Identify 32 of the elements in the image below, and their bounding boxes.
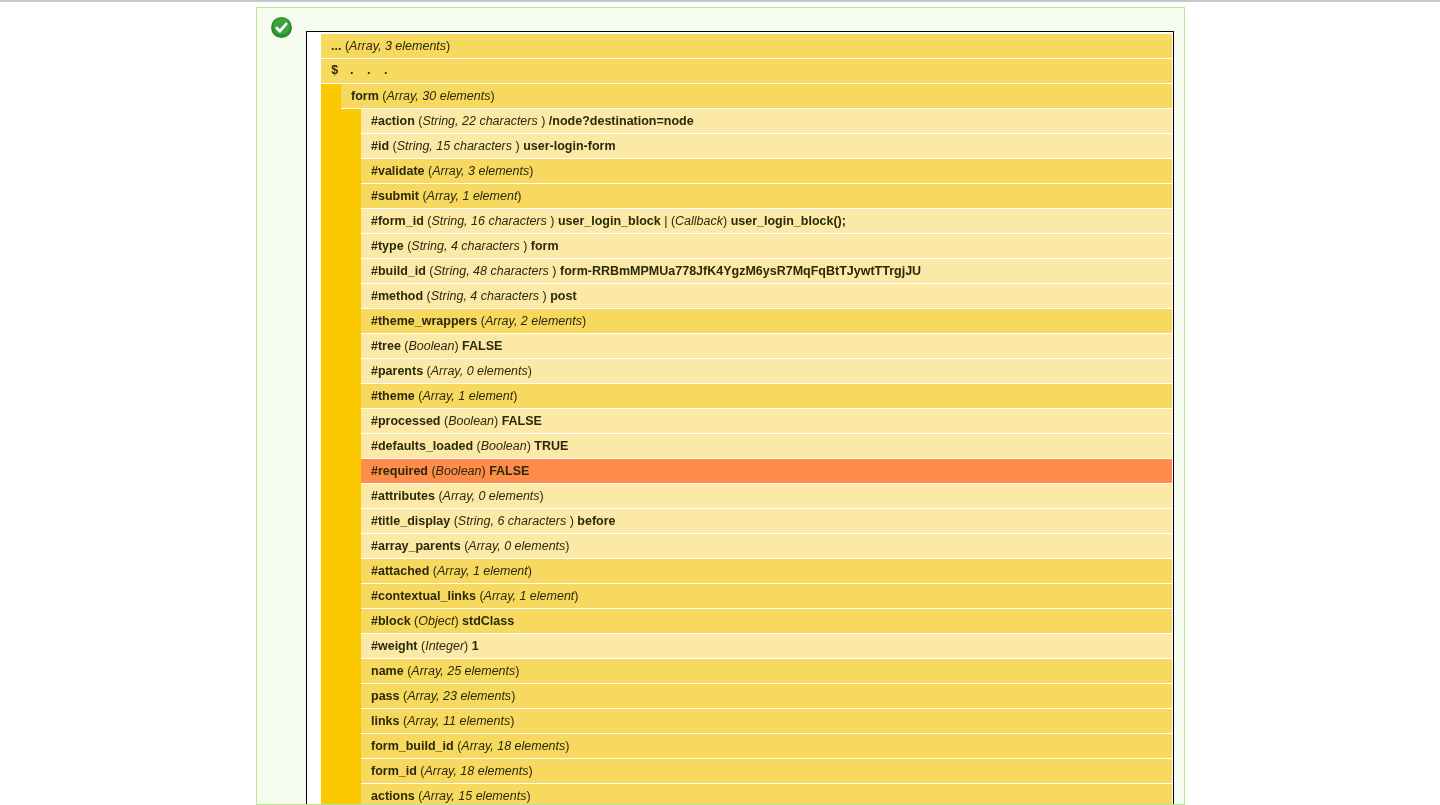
tree-row[interactable]: actions (Array, 15 elements) [361, 784, 1172, 804]
tree-row[interactable]: #tree (Boolean) FALSE [361, 334, 1172, 359]
tree-row[interactable]: #processed (Boolean) FALSE [361, 409, 1172, 434]
tree-row[interactable]: form_build_id (Array, 18 elements) [361, 734, 1172, 759]
tree-row[interactable]: #title_display (String, 6 characters ) before [361, 509, 1172, 534]
tree-row[interactable]: pass (Array, 23 elements) [361, 684, 1172, 709]
tree-row[interactable]: name (Array, 25 elements) [361, 659, 1172, 684]
tree-row[interactable]: #weight (Integer) 1 [361, 634, 1172, 659]
tree-row[interactable]: form (Array, 30 elements) [341, 84, 1172, 109]
tree-row[interactable]: #block (Object) stdClass [361, 609, 1172, 634]
tree-row[interactable]: #defaults_loaded (Boolean) TRUE [361, 434, 1172, 459]
tree-row[interactable]: #build_id (String, 48 characters ) form-RRBmMPMUa778JfK4YgzM6ysR7MqFqBtTJywtTTrgjJU [361, 259, 1172, 284]
tree-row[interactable]: #id (String, 15 characters ) user-login-form [361, 134, 1172, 159]
tree-row[interactable]: #required (Boolean) FALSE [361, 459, 1172, 484]
tree-row[interactable]: #type (String, 4 characters ) form [361, 234, 1172, 259]
tree-row[interactable]: #attached (Array, 1 element) [361, 559, 1172, 584]
tree-row[interactable]: $ . . . [321, 59, 1172, 84]
tree-row[interactable]: #parents (Array, 0 elements) [361, 359, 1172, 384]
tree-row[interactable]: #method (String, 4 characters ) post [361, 284, 1172, 309]
tree-row[interactable]: #theme (Array, 1 element) [361, 384, 1172, 409]
checkmark-icon [271, 17, 292, 38]
tree-row[interactable]: #attributes (Array, 0 elements) [361, 484, 1172, 509]
tree-row[interactable]: form_id (Array, 18 elements) [361, 759, 1172, 784]
tree-row[interactable]: #theme_wrappers (Array, 2 elements) [361, 309, 1172, 334]
tree-row[interactable]: #contextual_links (Array, 1 element) [361, 584, 1172, 609]
tree-row[interactable]: ... (Array, 3 elements) [321, 34, 1172, 59]
tree-row[interactable]: #submit (Array, 1 element) [361, 184, 1172, 209]
tree-row[interactable]: links (Array, 11 elements) [361, 709, 1172, 734]
tree-row[interactable]: #validate (Array, 3 elements) [361, 159, 1172, 184]
tree-row[interactable]: #array_parents (Array, 0 elements) [361, 534, 1172, 559]
tree-row[interactable]: #form_id (String, 16 characters ) user_login_block | (Callback) user_login_block(); [361, 209, 1172, 234]
tree-row[interactable]: #action (String, 22 characters ) /node?destination=node [361, 109, 1172, 134]
